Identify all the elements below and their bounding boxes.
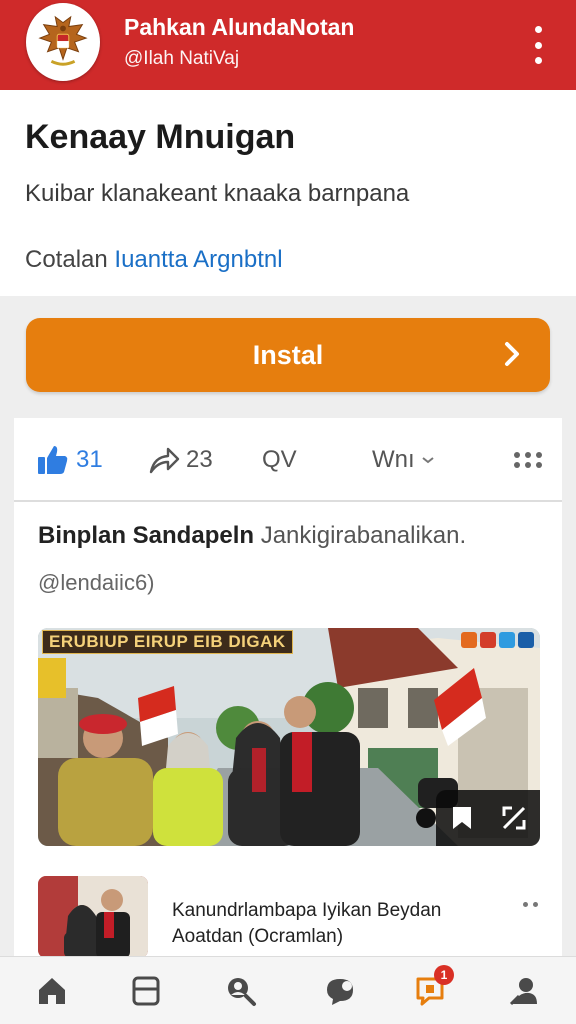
tabs-icon[interactable]	[128, 973, 164, 1009]
photo-banner: ERUBIUP EIRUP EIB DIGAK	[42, 630, 293, 654]
social-icon-2	[480, 632, 496, 648]
chevron-down-icon	[422, 457, 434, 464]
share-button[interactable]: 23	[148, 440, 213, 480]
post-author-name: Binplan Sandapeln	[38, 522, 255, 549]
related-more-icon[interactable]	[523, 902, 538, 907]
notifications-icon[interactable]: 1	[412, 965, 454, 1009]
post-author[interactable]: Binplan Sandapeln Jankigirabanalikan.	[38, 522, 466, 550]
related-thumbnail	[38, 876, 148, 958]
intro-footer: Cotalan Iuantta Argnbtnl	[25, 246, 283, 274]
post-handle: @lendaiic6)	[38, 570, 155, 595]
intro-subtitle: Kuibar klanakeant knaaka barnpana	[25, 180, 410, 207]
post-actions-bar: 31 23 QV Wnı	[14, 418, 562, 502]
chevron-right-icon	[505, 342, 519, 366]
view-label: QV	[262, 446, 297, 473]
like-button[interactable]: 31	[36, 440, 103, 480]
post-card: 31 23 QV Wnı Binplan Sandapeln Jankigira…	[14, 418, 562, 958]
post-more-button[interactable]	[514, 440, 542, 480]
notification-badge: 1	[434, 965, 454, 985]
who-label: Wnı	[372, 446, 415, 473]
who-dropdown[interactable]: Wnı	[372, 440, 435, 480]
photo-social-icons	[461, 632, 534, 648]
share-count: 23	[186, 446, 213, 473]
more-grid-icon	[514, 452, 542, 468]
social-icon-1	[461, 632, 477, 648]
post-photo[interactable]: ERUBIUP EIRUP EIB DIGAK	[38, 628, 540, 846]
share-arrow-icon	[149, 447, 180, 474]
related-title: Kanundrlambapa Iyikan Beydan	[172, 900, 442, 921]
related-subtitle: Aoatdan (Ocramlan)	[172, 926, 344, 947]
app-screen: Pahkan AlundaNotan @Ilah NatiVaj Kenaay …	[0, 0, 576, 1024]
intro-title: Kenaay Mnuigan	[25, 118, 296, 156]
intro-section: Kenaay Mnuigan Kuibar klanakeant knaaka …	[0, 90, 576, 296]
profile-icon[interactable]	[506, 973, 542, 1009]
thumbnail-image	[38, 876, 148, 958]
bottom-navigation: 1	[0, 956, 576, 1024]
channel-title: Pahkan AlundaNotan	[124, 14, 355, 40]
chat-icon[interactable]	[322, 973, 358, 1009]
garuda-emblem-icon[interactable]	[26, 3, 100, 81]
kebab-menu-icon[interactable]	[530, 26, 546, 64]
home-icon[interactable]	[34, 973, 70, 1009]
intro-footer-link[interactable]: Iuantta Argnbtnl	[114, 246, 282, 273]
intro-footer-prefix: Cotalan	[25, 246, 108, 273]
channel-handle: @Ilah NatiVaj	[124, 48, 240, 69]
thumbs-up-icon	[38, 446, 68, 474]
view-button[interactable]: QV	[262, 440, 297, 480]
post-author-rest: Jankigirabanalikan.	[260, 522, 467, 549]
social-icon-3	[499, 632, 515, 648]
photo-controls	[436, 790, 540, 846]
related-item[interactable]: Kanundrlambapa Iyikan Beydan Aoatdan (Oc…	[38, 876, 538, 958]
install-button[interactable]: Instal	[26, 318, 550, 392]
search-people-icon[interactable]	[222, 973, 258, 1009]
resize-arrows-icon[interactable]	[500, 804, 528, 832]
social-icon-4	[518, 632, 534, 648]
bookmark-icon[interactable]	[448, 804, 476, 832]
install-label: Instal	[252, 339, 324, 370]
like-count: 31	[76, 446, 103, 473]
top-app-bar: Pahkan AlundaNotan @Ilah NatiVaj	[0, 0, 576, 90]
